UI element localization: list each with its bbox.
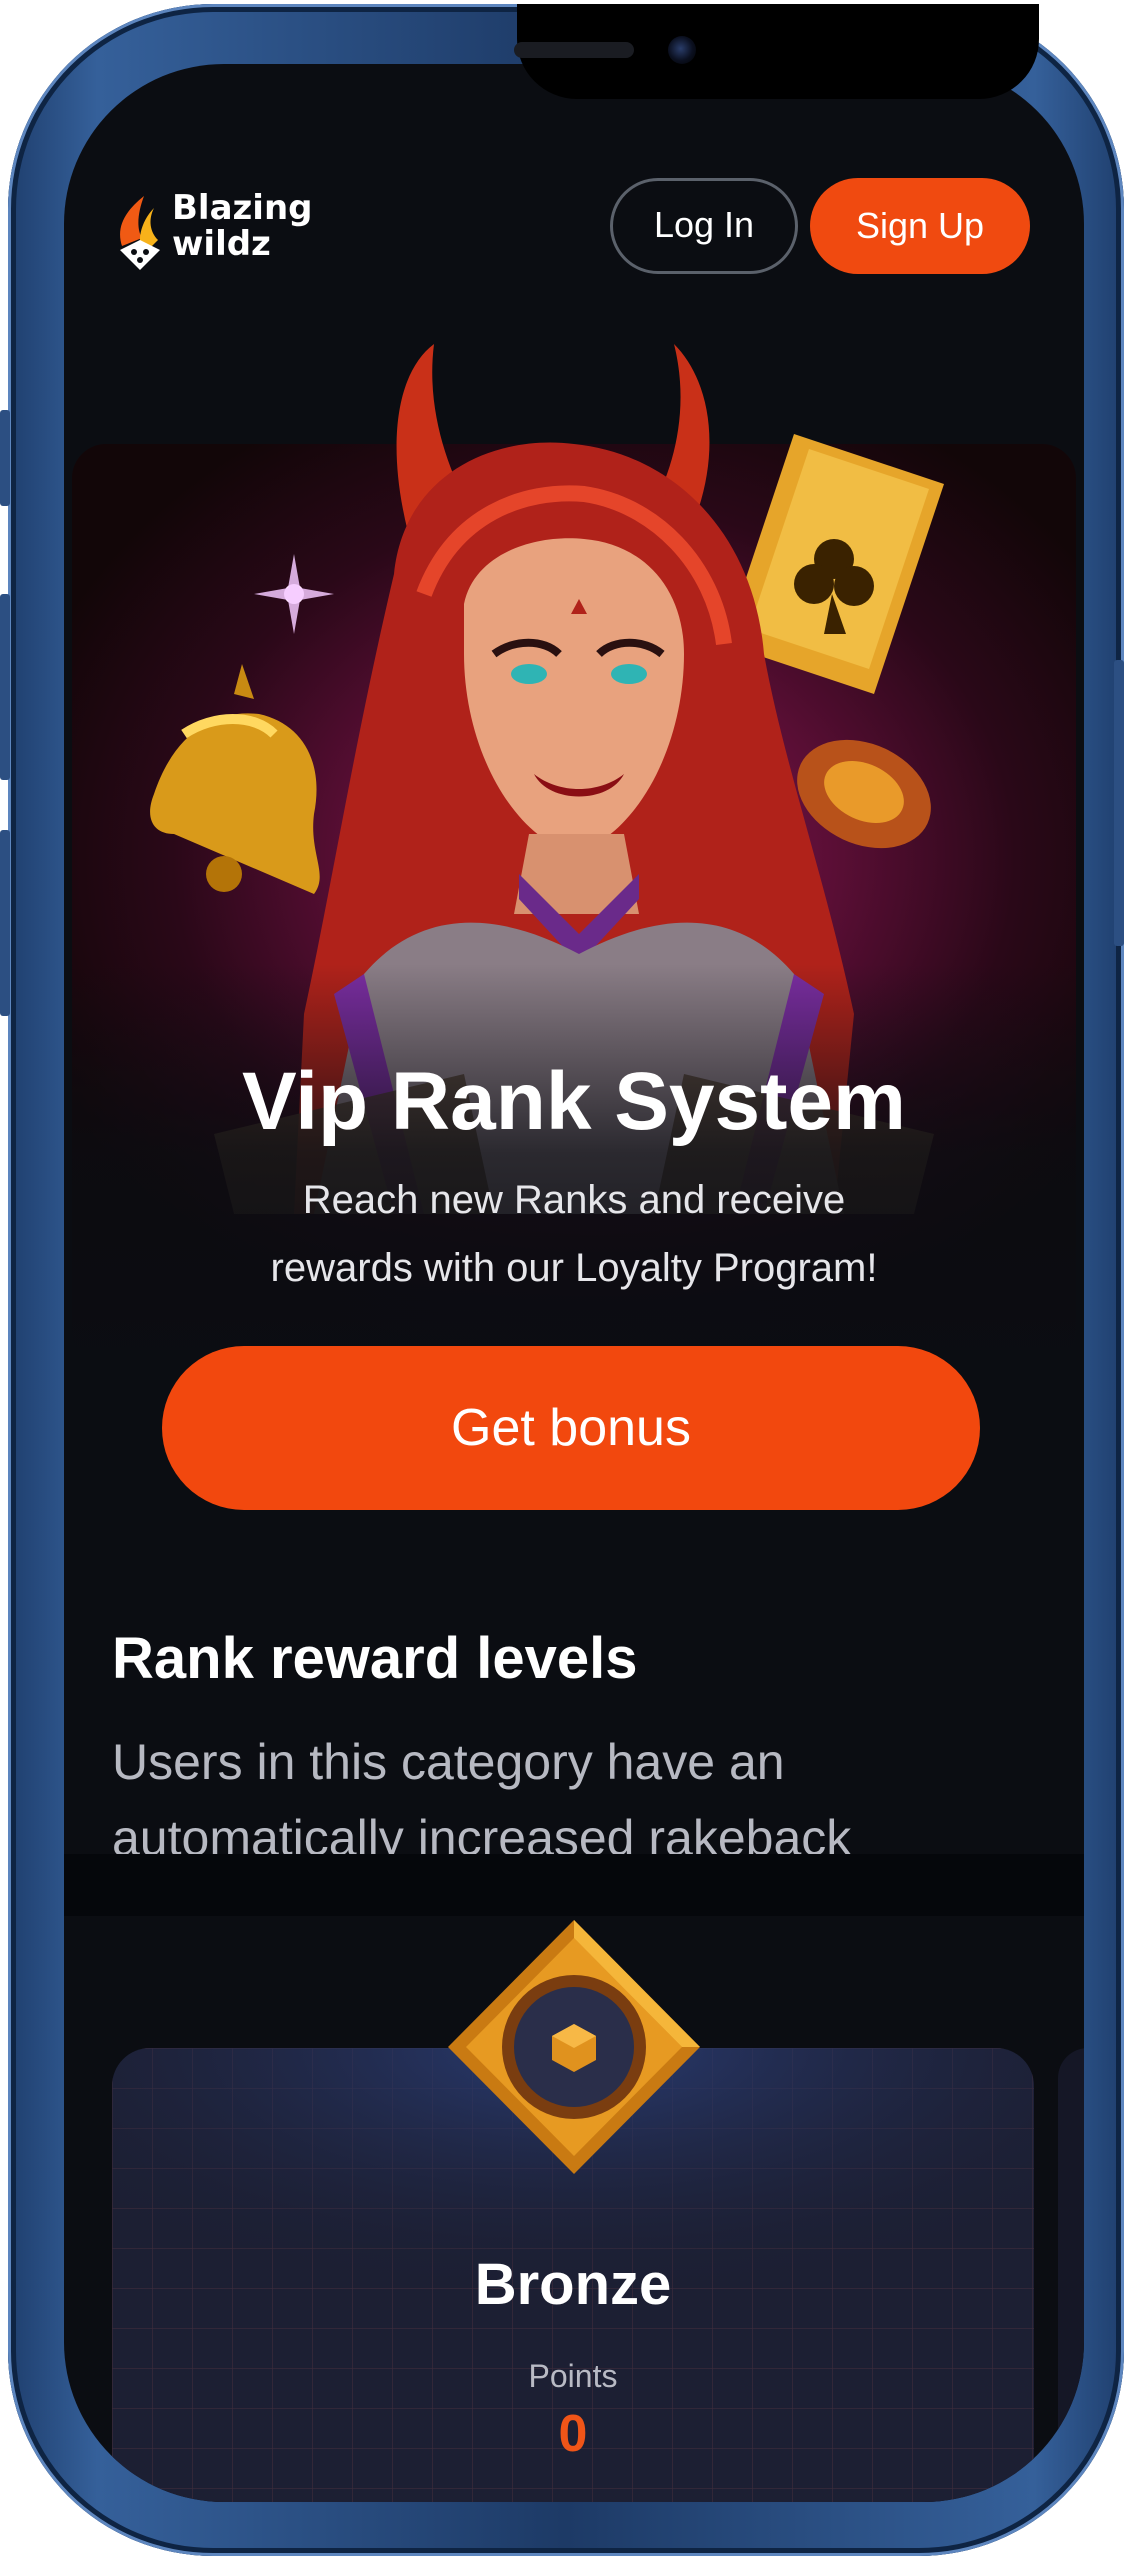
app-screen: Blazing wildz Log In Sign Up Vip Rank Sy… bbox=[64, 64, 1084, 2502]
front-camera-icon bbox=[668, 36, 696, 64]
tier-name: Bronze bbox=[474, 2252, 672, 2317]
login-button[interactable]: Log In bbox=[610, 178, 798, 274]
points-value: 0 bbox=[558, 2405, 588, 2463]
tier-card-next-peek[interactable] bbox=[1058, 2048, 1084, 2502]
hero-subtitle-line1: Reach new Ranks and receive bbox=[302, 1178, 846, 1222]
bell-icon bbox=[150, 664, 320, 894]
signup-button[interactable]: Sign Up bbox=[810, 178, 1030, 274]
hero-subtitle-line2: rewards with our Loyalty Program! bbox=[270, 1246, 878, 1290]
volume-up-button bbox=[0, 594, 10, 780]
phone-frame: Blazing wildz Log In Sign Up Vip Rank Sy… bbox=[0, 4, 1124, 2556]
silent-switch bbox=[0, 410, 10, 506]
bronze-diamond-badge-icon bbox=[448, 1920, 700, 2174]
brand-name: Blazing wildz bbox=[172, 190, 313, 262]
get-bonus-button[interactable]: Get bonus bbox=[162, 1346, 980, 1510]
rank-section-title: Rank reward levels bbox=[112, 1626, 638, 1691]
hero-subtitle: Reach new Ranks and receive rewards with… bbox=[124, 1166, 1024, 1302]
sparkle-icon bbox=[254, 554, 334, 634]
volume-down-button bbox=[0, 830, 10, 1016]
phone-speaker bbox=[514, 42, 634, 58]
brand-name-line1: Blazing bbox=[172, 188, 313, 228]
flame-dice-icon bbox=[120, 196, 160, 270]
brand-name-line2: wildz bbox=[172, 224, 271, 264]
hero-title: Vip Rank System bbox=[242, 1056, 906, 1147]
section-divider bbox=[64, 1854, 1084, 1916]
brand-logo[interactable]: Blazing wildz bbox=[110, 186, 313, 286]
rank-desc-line1: Users in this category have an bbox=[112, 1734, 785, 1790]
power-button bbox=[1114, 660, 1124, 946]
points-label: Points bbox=[528, 2358, 618, 2394]
